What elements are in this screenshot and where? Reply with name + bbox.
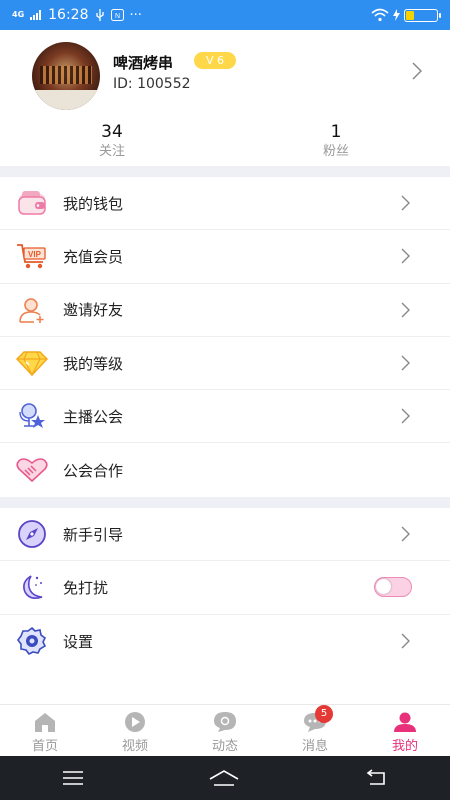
fans-stat[interactable]: 1 粉丝 (276, 122, 396, 162)
chevron-right-icon (401, 248, 410, 264)
avatar[interactable] (32, 42, 100, 110)
svg-text:N: N (114, 13, 119, 20)
usb-icon (95, 9, 104, 21)
tab-home[interactable]: 首页 (0, 705, 90, 756)
moon-icon (16, 571, 48, 603)
svg-text:VIP: VIP (28, 250, 42, 259)
network-type: 4G (12, 10, 25, 19)
toggle-knob (376, 579, 391, 595)
following-stat[interactable]: 34 关注 (52, 122, 172, 162)
tab-label-profile: 我的 (391, 739, 418, 754)
bottom-tab-bar: 首页 视频 动态 消息 5 我的 (0, 704, 450, 756)
wallet-icon (16, 187, 48, 219)
menu-item-wallet[interactable]: 我的钱包 (0, 177, 450, 231)
settings-icon (16, 625, 48, 657)
invite-user-icon (16, 294, 48, 326)
vip-cart-icon: VIP (16, 240, 48, 272)
menu-item-settings[interactable]: 设置 (0, 615, 450, 668)
chevron-right-icon (401, 633, 410, 649)
chevron-right-icon (401, 526, 410, 542)
menu-item-vip[interactable]: VIP 充值会员 (0, 230, 450, 284)
tab-label-home: 首页 (31, 739, 58, 754)
signal-icon (30, 10, 42, 20)
menu-item-guild[interactable]: 主播公会 (0, 390, 450, 444)
moments-icon (214, 712, 236, 732)
fans-label: 粉丝 (322, 144, 349, 159)
more-notifications: ··· (129, 7, 142, 23)
profile-icon (394, 712, 416, 732)
menu-group-settings: 新手引导 免打扰 设置 (0, 508, 450, 668)
section-divider (0, 497, 450, 508)
level-badge: V 6 (194, 52, 237, 69)
menu-label-guild-cooperation: 公会合作 (63, 461, 124, 480)
tab-messages[interactable]: 消息 5 (270, 705, 360, 756)
charging-icon (393, 9, 400, 21)
tab-label-video: 视频 (121, 739, 148, 754)
menu-label-level: 我的等级 (63, 354, 124, 373)
user-id: ID: 100552 (113, 76, 191, 92)
diamond-icon (16, 347, 48, 379)
chevron-right-icon (401, 195, 410, 211)
username: 啤酒烤串 (113, 54, 174, 72)
menu-item-invite[interactable]: 邀请好友 (0, 284, 450, 337)
system-nav-bar (0, 756, 450, 800)
chevron-right-icon (401, 408, 410, 424)
menu-label-guild: 主播公会 (63, 407, 124, 426)
menu-label-wallet: 我的钱包 (63, 194, 124, 213)
menu-item-guild-cooperation[interactable]: 公会合作 (0, 443, 450, 496)
chevron-right-icon (401, 355, 410, 371)
chevron-right-icon[interactable] (412, 62, 422, 80)
following-count: 34 (101, 122, 123, 142)
following-label: 关注 (98, 144, 125, 159)
tab-label-messages: 消息 (301, 739, 328, 754)
menu-label-vip: 充值会员 (63, 247, 124, 266)
battery-level (406, 10, 414, 20)
menu-label-do-not-disturb: 免打扰 (63, 578, 109, 597)
notification-icon: N (110, 9, 124, 21)
wifi-icon (371, 8, 389, 22)
status-time: 16:28 (48, 7, 89, 23)
menu-label-settings: 设置 (63, 632, 94, 651)
chevron-right-icon (401, 302, 410, 318)
tab-video[interactable]: 视频 (90, 705, 180, 756)
menu-item-do-not-disturb[interactable]: 免打扰 (0, 561, 450, 615)
menu-label-guide: 新手引导 (63, 525, 124, 544)
menu-group-account: 我的钱包 VIP 充值会员 邀请好友 我的等级 主播公会 公会合作 (0, 177, 450, 497)
menu-icon[interactable] (62, 770, 84, 786)
status-bar: 4G 16:28 N ··· (0, 0, 450, 30)
section-divider (0, 166, 450, 177)
menu-item-level[interactable]: 我的等级 (0, 337, 450, 391)
home-nav-icon[interactable] (208, 769, 240, 787)
unread-badge: 5 (315, 705, 333, 723)
tab-profile[interactable]: 我的 (360, 705, 450, 756)
battery-icon (404, 8, 441, 22)
tab-moments[interactable]: 动态 (180, 705, 270, 756)
tab-label-moments: 动态 (211, 739, 238, 754)
compass-icon (16, 518, 48, 550)
home-icon (35, 713, 55, 732)
profile-header[interactable]: 啤酒烤串 V 6 ID: 100552 34 关注 1 粉丝 (0, 30, 450, 166)
do-not-disturb-toggle[interactable] (374, 577, 412, 598)
menu-item-guide[interactable]: 新手引导 (0, 508, 450, 562)
menu-label-invite: 邀请好友 (63, 301, 124, 320)
handshake-icon (16, 454, 48, 486)
anchor-mic-icon (16, 400, 48, 432)
back-icon[interactable] (364, 769, 388, 787)
video-play-icon (125, 712, 145, 732)
fans-count: 1 (330, 122, 342, 142)
